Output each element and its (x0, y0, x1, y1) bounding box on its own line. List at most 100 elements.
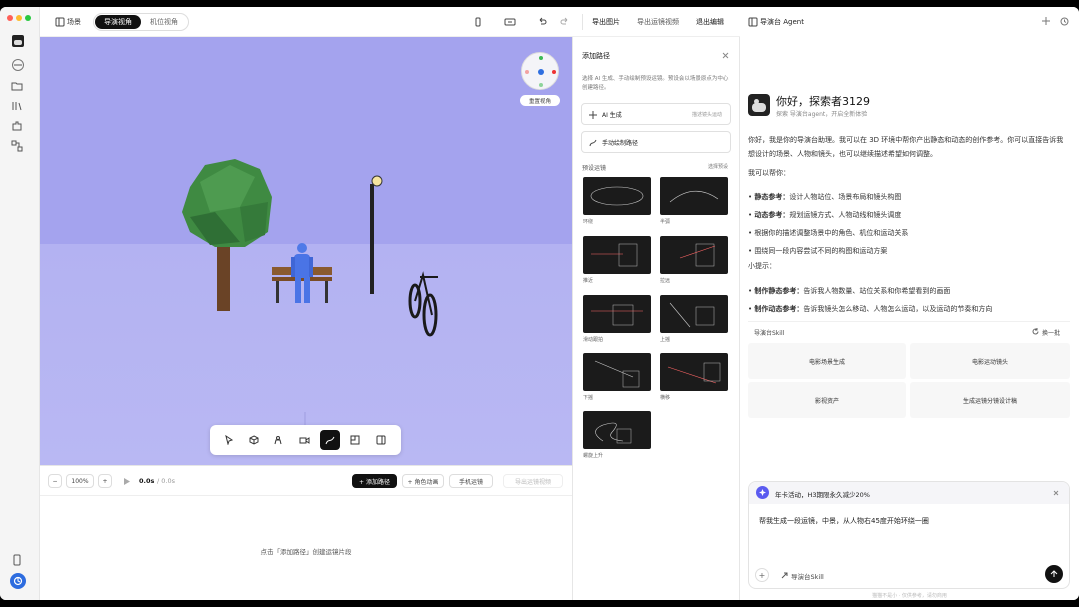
greeting-subtitle: 探索 导演台agent，开启全新体验 (776, 111, 868, 118)
new-chat-icon[interactable] (1042, 17, 1050, 25)
minimize-window-button[interactable] (16, 15, 22, 21)
orientation-gizmo[interactable] (521, 52, 559, 90)
chat-input-box: 年卡活动，H3期限永久减少20% 帮我生成一段运镜，中景，从人物右45度开始环绕… (748, 481, 1070, 589)
manual-draw-option[interactable]: 手动绘制路径 (581, 131, 731, 153)
avatar[interactable] (12, 35, 24, 47)
preset-thumbnail[interactable] (583, 353, 651, 391)
help-item-text: 根据你的描述调整场景中的角色、机位和运动关系 (754, 229, 909, 237)
character-animation-button[interactable]: + 角色动画 (402, 474, 444, 488)
add-path-button[interactable]: + 添加路径 (352, 474, 397, 488)
preset-label: 环绕 (583, 219, 594, 225)
select-cursor-icon[interactable] (224, 435, 234, 445)
promo-banner[interactable]: 年卡活动，H3期限永久减少20% (749, 482, 1069, 504)
handheld-camera-button[interactable]: 手机运镜 (449, 474, 493, 488)
device-icon[interactable] (473, 17, 483, 27)
ai-generate-hint: 描述镜头运动 (691, 112, 722, 118)
sparkle-icon (589, 111, 597, 119)
zoom-out-button[interactable]: − (48, 474, 62, 488)
agent-title: 导演台 Agent (760, 18, 804, 26)
preset-thumbnail[interactable] (583, 236, 651, 274)
select-preset-link[interactable]: 选择预设 (708, 163, 728, 170)
help-item-text: 设计人物站位、场景布局和镜头构图 (789, 193, 902, 201)
scene-panel-icon[interactable] (55, 17, 65, 27)
refresh-icon[interactable] (1032, 328, 1039, 335)
reset-view-button[interactable]: 重置视角 (520, 95, 560, 106)
preset-thumbnail[interactable] (583, 411, 651, 449)
nodes-icon[interactable] (11, 140, 25, 154)
close-promo-icon[interactable] (1053, 490, 1059, 496)
more-icon[interactable] (12, 59, 24, 71)
preset-thumbnail[interactable] (660, 177, 728, 215)
camera-view-tab[interactable]: 机位视角 (141, 15, 187, 29)
refresh-button[interactable]: 换一批 (1042, 328, 1060, 337)
skill-section-title: 导演台Skill (754, 330, 785, 337)
close-icon[interactable] (722, 52, 729, 59)
redo-icon[interactable] (560, 17, 570, 27)
tip-item-text: 告诉我人物数量、站位关系和你希望看到的画面 (803, 287, 951, 295)
star-icon (756, 486, 769, 499)
panel-title: 添加路径 (582, 52, 610, 60)
add-attachment-button[interactable]: + (755, 568, 769, 582)
export-video-disabled-button[interactable]: 导出运镜视频 (503, 474, 563, 488)
camera-icon[interactable] (299, 435, 310, 445)
screen-icon[interactable] (504, 17, 516, 27)
preset-thumbnail[interactable] (583, 295, 651, 333)
app-logo-icon[interactable] (10, 573, 26, 589)
scene-tab[interactable]: 场景 (67, 17, 81, 27)
undo-icon[interactable] (537, 17, 547, 27)
path-tool-icon[interactable] (320, 430, 340, 450)
help-item: • 根据你的描述调整场景中的角色、机位和运动关系 (748, 228, 908, 238)
zoom-level[interactable]: 100% (66, 474, 94, 488)
help-item-text: 围绕同一段内容尝试不同的构图和运动方案 (754, 247, 888, 255)
tip-item-bold: 制作静态参考： (754, 287, 804, 295)
tips-title: 小提示： (748, 262, 776, 270)
total-duration: / 0.0s (157, 477, 175, 485)
agent-panel-icon[interactable] (748, 17, 758, 27)
export-video-button[interactable]: 导出运镜视频 (637, 17, 679, 27)
promo-text: 年卡活动，H3期限永久减少20% (775, 491, 870, 499)
skill-card[interactable]: 生成运镜分镜设计稿 (910, 382, 1070, 418)
send-button[interactable] (1045, 565, 1063, 583)
preset-section-title: 预设运镜 (582, 165, 607, 172)
phone-icon[interactable] (11, 554, 25, 568)
preset-thumbnail[interactable] (660, 353, 728, 391)
skill-chip[interactable]: 导演台Skill (791, 571, 824, 581)
timeline-panel: − 100% + 0.0s / 0.0s + 添加路径 + 角色动画 手机运镜 … (40, 465, 572, 600)
preset-thumbnail[interactable] (583, 177, 651, 215)
scene-render (40, 37, 572, 465)
history-icon[interactable] (1060, 17, 1069, 26)
skill-card[interactable]: 电影运动镜头 (910, 343, 1070, 379)
skill-card[interactable]: 影视资产 (748, 382, 906, 418)
help-item: • 围绕同一段内容尝试不同的构图和运动方案 (748, 246, 887, 256)
timeline-toolbar: − 100% + 0.0s / 0.0s + 添加路径 + 角色动画 手机运镜 … (40, 466, 572, 496)
maximize-window-button[interactable] (25, 15, 31, 21)
character-icon[interactable] (273, 435, 283, 445)
director-view-tab[interactable]: 导演视角 (95, 15, 141, 29)
skill-card[interactable]: 电影场景生成 (748, 343, 906, 379)
preset-thumbnail[interactable] (660, 295, 728, 333)
current-time: 0.0s (139, 477, 155, 485)
view-mode-toggle: 导演视角 机位视角 (93, 13, 189, 31)
help-item-text: 规划运镜方式、人物动线和镜头调度 (789, 211, 902, 219)
play-icon[interactable] (124, 478, 130, 485)
library-icon[interactable] (11, 100, 25, 114)
chat-input[interactable]: 帮我生成一段运镜，中景，从人物右45度开始环绕一圈 (759, 516, 1059, 526)
help-item-bold: 动态参考： (754, 211, 790, 219)
exit-edit-button[interactable]: 退出编辑 (696, 17, 724, 27)
folder-icon[interactable] (11, 80, 25, 94)
preset-label: 拉远 (660, 278, 671, 284)
curve-icon (589, 139, 597, 147)
puzzle-icon[interactable] (11, 120, 25, 134)
divider (582, 14, 583, 30)
export-image-button[interactable]: 导出图片 (592, 17, 620, 27)
cube-icon[interactable] (249, 435, 259, 445)
ai-generate-option[interactable]: AI 生成 描述镜头运动 (581, 103, 731, 125)
preset-label: 横移 (660, 395, 671, 401)
panel-icon[interactable] (376, 435, 386, 445)
zoom-in-button[interactable]: + (98, 474, 112, 488)
left-sidebar (0, 7, 40, 600)
preset-thumbnail[interactable] (660, 236, 728, 274)
3d-viewport[interactable]: 重置视角 (40, 37, 572, 465)
close-window-button[interactable] (7, 15, 13, 21)
frame-icon[interactable] (350, 435, 360, 445)
